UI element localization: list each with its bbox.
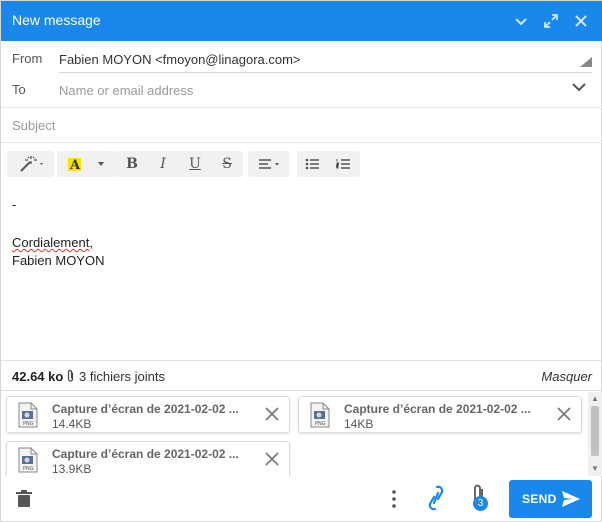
send-arrow-icon xyxy=(562,491,580,507)
compose-footer: SEND xyxy=(1,477,602,522)
from-label: From xyxy=(12,51,43,66)
svg-text:A: A xyxy=(69,158,81,173)
bullet-list-icon[interactable] xyxy=(298,151,328,177)
attachments-total-size: 42.64 ko xyxy=(12,369,64,384)
svg-text:PNG: PNG xyxy=(23,466,34,472)
png-file-icon: PNG xyxy=(17,447,39,473)
from-divider xyxy=(59,72,592,73)
close-icon[interactable] xyxy=(571,11,591,31)
attachments-count: 3 fichiers joints xyxy=(79,369,165,384)
remove-attachment-icon[interactable] xyxy=(555,405,573,423)
resize-corner-icon xyxy=(580,55,592,70)
toolbar-group-lists xyxy=(297,151,360,177)
svg-text:PNG: PNG xyxy=(315,421,326,427)
trash-icon[interactable] xyxy=(16,490,32,511)
toolbar-group-style xyxy=(7,151,54,177)
send-button-label: SEND xyxy=(522,492,557,506)
png-file-icon: PNG xyxy=(309,402,331,428)
more-options-icon[interactable] xyxy=(387,489,401,512)
bold-button[interactable]: B xyxy=(117,151,147,177)
subject-row: Subject xyxy=(1,108,602,143)
attachment-size: 14.4KB xyxy=(52,417,92,431)
remove-attachment-icon[interactable] xyxy=(263,450,281,468)
svg-text:PNG: PNG xyxy=(23,421,34,427)
highlight-color-icon[interactable]: A xyxy=(61,151,89,177)
remove-attachment-icon[interactable] xyxy=(263,405,281,423)
magic-wand-icon[interactable] xyxy=(13,151,49,177)
align-icon[interactable] xyxy=(252,151,286,177)
minimize-chevron-icon[interactable] xyxy=(511,11,531,31)
attachment-size: 14KB xyxy=(344,417,374,431)
attachment-size: 13.9KB xyxy=(52,462,92,476)
attachment-name: Capture d’écran de 2021-02-02 ... xyxy=(52,447,239,461)
attachments-list: PNG Capture d’écran de 2021-02-02 ... 14… xyxy=(1,391,588,476)
body-line-separator: - xyxy=(12,197,17,212)
from-select[interactable]: Fabien MOYON <fmoyon@linagora.com> xyxy=(59,52,301,67)
paperclip-icon xyxy=(66,369,76,386)
toolbar-group-align xyxy=(248,151,289,177)
from-row: From Fabien MOYON <fmoyon@linagora.com> xyxy=(1,42,602,74)
compose-title: New message xyxy=(12,12,101,28)
subject-input[interactable]: Subject xyxy=(12,118,55,133)
strikethrough-button[interactable]: S xyxy=(212,151,242,177)
to-input[interactable]: Name or email address xyxy=(59,83,193,98)
attachment-name: Capture d’écran de 2021-02-02 ... xyxy=(52,402,239,416)
underline-button[interactable]: U xyxy=(180,151,210,177)
attachment-item[interactable]: PNG Capture d’écran de 2021-02-02 ... 14… xyxy=(6,396,290,433)
to-row: To Name or email address xyxy=(1,74,602,108)
compose-header: New message xyxy=(1,1,602,41)
chevron-down-icon[interactable] xyxy=(570,78,588,99)
send-button[interactable]: SEND xyxy=(509,480,592,518)
compose-window: New message From Fabien MOYON <fmoyon@li… xyxy=(0,0,602,522)
attachment-count-badge: 3 xyxy=(473,496,488,511)
attachments-info-bar: 42.64 ko 3 fichiers joints Masquer xyxy=(1,360,602,391)
message-body[interactable]: - Cordialement, Fabien MOYON xyxy=(1,186,602,358)
color-dropdown-icon[interactable] xyxy=(89,151,113,177)
body-line-signature: Fabien MOYON xyxy=(12,253,105,268)
body-line-greeting: Cordialement, xyxy=(12,235,93,250)
toolbar-group-color: A xyxy=(57,151,117,177)
attachment-name: Capture d’écran de 2021-02-02 ... xyxy=(344,402,531,416)
scroll-down-arrow-icon[interactable]: ▼ xyxy=(590,464,600,474)
scroll-up-arrow-icon[interactable]: ▲ xyxy=(590,394,600,404)
hide-attachments-link[interactable]: Masquer xyxy=(541,369,592,384)
attachments-scrollbar[interactable]: ▲ ▼ xyxy=(588,392,602,476)
png-file-icon: PNG xyxy=(17,402,39,428)
attachment-item[interactable]: PNG Capture d’écran de 2021-02-02 ... 14… xyxy=(298,396,582,433)
scrollbar-thumb[interactable] xyxy=(591,406,599,456)
expand-icon[interactable] xyxy=(541,11,561,31)
toolbar-group-text: B I U S xyxy=(117,151,243,177)
italic-button[interactable]: I xyxy=(148,151,178,177)
to-label: To xyxy=(12,82,26,97)
attachment-item[interactable]: PNG Capture d’écran de 2021-02-02 ... 13… xyxy=(6,441,290,476)
numbered-list-icon[interactable] xyxy=(329,151,359,177)
insert-link-icon[interactable] xyxy=(426,484,446,515)
